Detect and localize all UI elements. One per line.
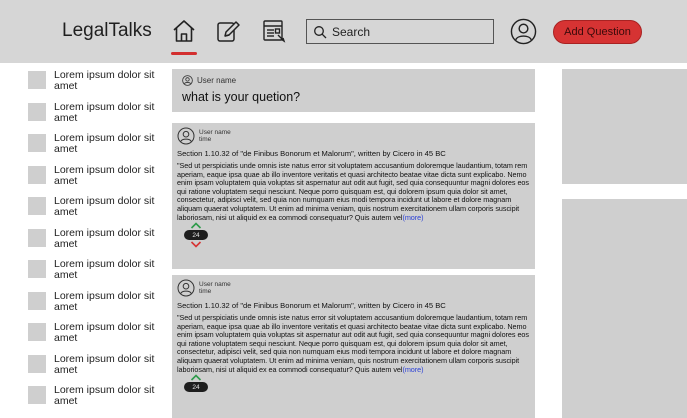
sidebar-item-image (28, 102, 46, 121)
vote-count: 24 (184, 382, 208, 393)
vote-count: 24 (184, 230, 208, 241)
search-icon (314, 25, 327, 38)
article-icon[interactable] (260, 17, 288, 45)
post-body-text: "Sed ut perspiciatis unde omnis iste nat… (177, 313, 529, 374)
more-link[interactable]: (more) (402, 213, 423, 222)
user-avatar-icon (182, 75, 193, 86)
add-question-button[interactable]: Add Question (553, 20, 642, 44)
sidebar-item[interactable]: Lorem ipsum dolor sit amet (28, 163, 158, 197)
sidebar-item-label: Lorem ipsum dolor sit amet (54, 321, 155, 344)
sidebar-item-label: Lorem ipsum dolor sit amet (54, 352, 155, 376)
sidebar-item-label: Lorem ipsum dolor sit amet (54, 226, 155, 250)
sidebar-item[interactable]: Lorem ipsum dolor sit amet (28, 226, 158, 260)
top-bar: LegalTalks Search Add Question (0, 0, 687, 63)
sidebar-item-label: Lorem ipsum dolor sit amet (54, 384, 155, 407)
sidebar-item-image (28, 134, 46, 152)
sidebar-item[interactable]: Lorem ipsum dolor sit amet (28, 133, 158, 165)
user-avatar-icon[interactable] (510, 18, 537, 45)
sidebar-item-label: Lorem ipsum dolor sit amet (54, 69, 155, 92)
post-username[interactable]: User name (199, 129, 231, 136)
sidebar-item[interactable]: Lorem ipsum dolor sit amet (28, 196, 158, 228)
user-avatar-icon[interactable] (177, 279, 195, 297)
search-bar[interactable] (306, 19, 494, 44)
post-body-text: "Sed ut perspiciatis unde omnis iste nat… (177, 161, 529, 222)
active-nav-indicator (171, 52, 197, 55)
app-logo[interactable]: LegalTalks (62, 20, 152, 42)
sidebar-item-image (28, 228, 46, 247)
post-title: Section 1.10.32 of "de Finibus Bonorum e… (177, 149, 446, 158)
post-card: User name time Section 1.10.32 of "de Fi… (172, 275, 535, 418)
post-body: "Sed ut perspiciatis unde omnis iste nat… (177, 313, 530, 374)
post-header: User name time (177, 279, 530, 297)
sidebar-item-image (28, 197, 46, 215)
sidebar-item-image (28, 291, 46, 310)
sidebar-item-image (28, 260, 46, 278)
right-panel-placeholder (562, 69, 687, 184)
post-card: User name time Section 1.10.32 of "de Fi… (172, 123, 535, 269)
sidebar-item-image (28, 354, 46, 373)
post-body: "Sed ut perspiciatis unde omnis iste nat… (177, 161, 530, 222)
sidebar-item[interactable]: Lorem ipsum dolor sit amet (28, 352, 158, 386)
sidebar-item-label: Lorem ipsum dolor sit amet (54, 258, 155, 281)
ask-username: User name (197, 76, 237, 85)
sidebar-item[interactable]: Lorem ipsum dolor sit amet (28, 100, 158, 134)
vote-control: 24 (184, 374, 208, 393)
upvote-icon[interactable] (190, 222, 202, 229)
sidebar: Lorem ipsum dolor sit amet Lorem ipsum d… (28, 70, 158, 417)
home-icon[interactable] (170, 17, 198, 45)
ask-question-prompt[interactable]: what is your quetion? (182, 90, 525, 104)
user-avatar-icon[interactable] (177, 127, 195, 145)
sidebar-item-label: Lorem ipsum dolor sit amet (54, 132, 155, 155)
sidebar-item[interactable]: Lorem ipsum dolor sit amet (28, 70, 158, 102)
post-title: Section 1.10.32 of "de Finibus Bonorum e… (177, 301, 446, 310)
sidebar-item[interactable]: Lorem ipsum dolor sit amet (28, 259, 158, 291)
post-username[interactable]: User name (199, 281, 231, 288)
search-input[interactable] (332, 24, 482, 39)
downvote-icon[interactable] (190, 241, 202, 248)
sidebar-item-image (28, 386, 46, 404)
sidebar-item-image (28, 323, 46, 341)
sidebar-item-image (28, 165, 46, 184)
sidebar-item[interactable]: Lorem ipsum dolor sit amet (28, 385, 158, 417)
post-time: time (199, 136, 212, 143)
sidebar-item-label: Lorem ipsum dolor sit amet (54, 195, 155, 218)
ask-user-row: User name (182, 75, 525, 86)
right-panel-placeholder (562, 199, 687, 418)
sidebar-item-label: Lorem ipsum dolor sit amet (54, 289, 155, 313)
more-link[interactable]: (more) (402, 365, 423, 374)
sidebar-item-label: Lorem ipsum dolor sit amet (54, 163, 155, 187)
ask-question-box[interactable]: User name what is your quetion? (172, 69, 535, 112)
upvote-icon[interactable] (190, 374, 202, 381)
sidebar-item[interactable]: Lorem ipsum dolor sit amet (28, 289, 158, 323)
sidebar-item-label: Lorem ipsum dolor sit amet (54, 100, 155, 124)
vote-control: 24 (184, 222, 208, 248)
post-header: User name time (177, 127, 530, 145)
edit-icon[interactable] (214, 17, 242, 45)
sidebar-item-image (28, 71, 46, 89)
post-time: time (199, 288, 212, 295)
sidebar-item[interactable]: Lorem ipsum dolor sit amet (28, 322, 158, 354)
